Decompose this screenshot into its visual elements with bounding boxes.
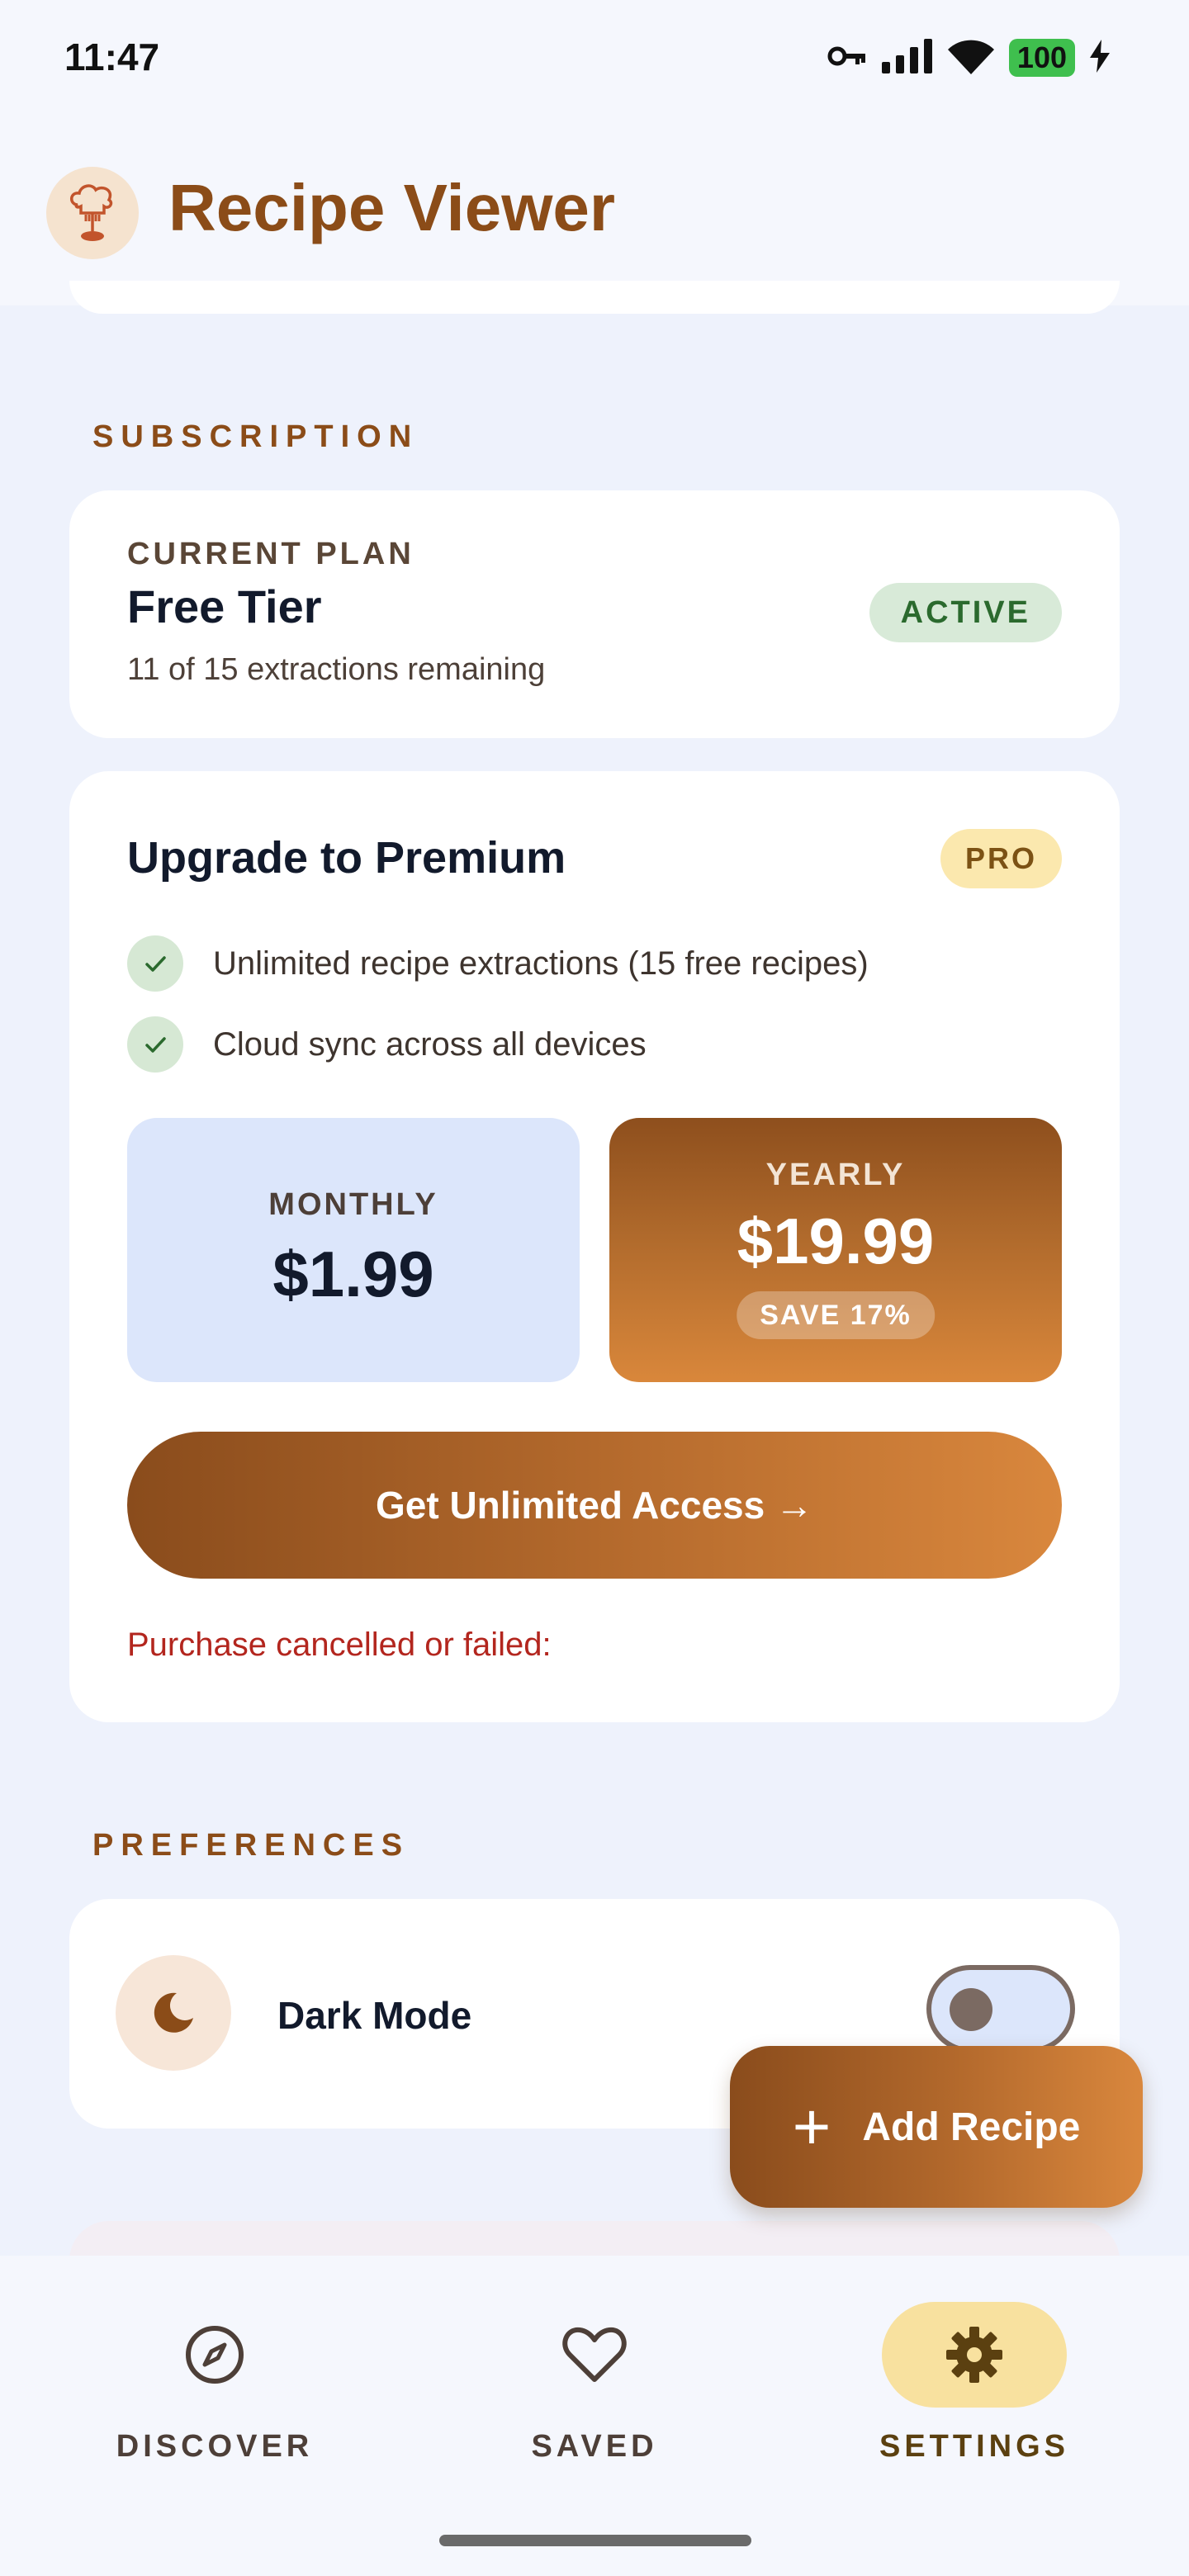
app-title: Recipe Viewer [168, 171, 616, 244]
status-time: 11:47 [64, 36, 160, 78]
monthly-plan-option[interactable]: MONTHLY $1.99 [127, 1118, 580, 1382]
preferences-section-label: PREFERENCES [92, 1828, 410, 1863]
purchase-error-text: Purchase cancelled or failed: [127, 1627, 552, 1663]
monthly-label: MONTHLY [268, 1187, 438, 1222]
chef-logo-icon [46, 167, 139, 259]
app-bar: Recipe Viewer [0, 116, 1189, 305]
bottom-navigation: DISCOVER SAVED SETTINGS [0, 2256, 1189, 2576]
previous-card-edge [69, 281, 1120, 314]
monthly-price: $1.99 [272, 1238, 434, 1310]
nav-item-saved[interactable]: SAVED [471, 2302, 718, 2465]
nav-label: DISCOVER [116, 2429, 314, 2464]
upgrade-card: Upgrade to Premium PRO Unlimited recipe … [69, 771, 1120, 1722]
plus-icon: + [792, 2090, 831, 2163]
heart-icon [502, 2302, 687, 2408]
toggle-knob [950, 1988, 992, 2031]
subscription-section-label: SUBSCRIPTION [92, 419, 419, 454]
feature-item: Cloud sync across all devices [127, 1016, 647, 1073]
nav-item-settings[interactable]: SETTINGS [850, 2302, 1098, 2465]
battery-indicator: 100 [1008, 39, 1075, 77]
home-indicator[interactable] [439, 2535, 751, 2546]
moon-icon [116, 1955, 231, 2071]
gear-icon [882, 2302, 1067, 2408]
signal-icon [881, 38, 933, 78]
yearly-label: YEARLY [765, 1158, 906, 1192]
pro-badge: PRO [940, 829, 1062, 888]
dark-mode-toggle[interactable] [926, 1965, 1075, 2053]
status-icons: 100 [827, 35, 1110, 81]
current-plan-card: CURRENT PLAN Free Tier 11 of 15 extracti… [69, 490, 1120, 738]
dark-mode-label: Dark Mode [277, 1994, 472, 2037]
feature-item: Unlimited recipe extractions (15 free re… [127, 935, 869, 992]
feature-text: Cloud sync across all devices [213, 1025, 647, 1063]
check-icon [127, 935, 183, 992]
battery-charging-icon [1090, 39, 1110, 77]
add-recipe-label: Add Recipe [862, 2105, 1081, 2149]
check-icon [127, 1016, 183, 1073]
status-bar: 11:47 100 [0, 0, 1189, 116]
compass-icon [122, 2302, 307, 2408]
status-badge: ACTIVE [869, 583, 1062, 642]
extractions-remaining: 11 of 15 extractions remaining [127, 652, 546, 687]
key-icon [827, 44, 867, 73]
wifi-icon [947, 38, 994, 78]
save-badge: SAVE 17% [737, 1291, 935, 1339]
feature-text: Unlimited recipe extractions (15 free re… [213, 945, 869, 982]
current-plan-eyebrow: CURRENT PLAN [127, 537, 414, 571]
nav-item-discover[interactable]: DISCOVER [91, 2302, 339, 2465]
yearly-price: $19.99 [737, 1205, 935, 1277]
battery-level: 100 [1016, 40, 1067, 74]
yearly-plan-option[interactable]: YEARLY $19.99 SAVE 17% [609, 1118, 1062, 1382]
upgrade-title: Upgrade to Premium [127, 833, 566, 883]
add-recipe-button[interactable]: + Add Recipe [730, 2046, 1143, 2208]
plan-name: Free Tier [127, 580, 322, 632]
get-unlimited-access-button[interactable]: Get Unlimited Access → [127, 1432, 1062, 1579]
nav-label: SAVED [531, 2429, 658, 2464]
nav-label: SETTINGS [879, 2429, 1070, 2464]
